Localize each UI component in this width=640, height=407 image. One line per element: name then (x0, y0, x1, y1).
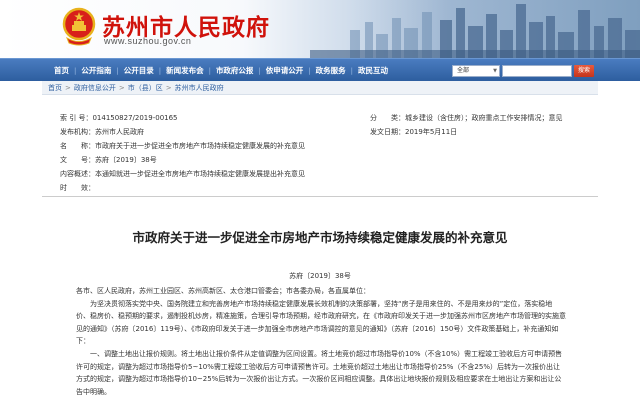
nav-item-guide[interactable]: 公开指南 (76, 65, 116, 76)
national-emblem-icon (62, 7, 96, 46)
breadcrumb: 首页 > 政府信息公开 > 市（县）区 > 苏州市人民政府 (42, 81, 598, 95)
nav-item-services[interactable]: 政务服务 (311, 65, 351, 76)
nav-item-home[interactable]: 首页 (49, 65, 74, 76)
breadcrumb-home[interactable]: 首页 (48, 83, 62, 93)
nav-item-catalog[interactable]: 公开目录 (119, 65, 159, 76)
site-url: www.suzhou.gov.cn (104, 36, 192, 46)
docno-value: 苏府〔2019〕38号 (95, 156, 157, 164)
category-value: 城乡建设（含住房）；政府重点工作安排情况；意见 (405, 114, 563, 122)
date-value: 2019年5月11日 (405, 128, 458, 136)
search-input[interactable] (502, 64, 572, 77)
chevron-down-icon: ▼ (493, 67, 497, 74)
breadcrumb-gov[interactable]: 苏州市人民政府 (175, 83, 224, 93)
breadcrumb-info[interactable]: 政府信息公开 (74, 83, 116, 93)
nav-item-press[interactable]: 新闻发布会 (161, 65, 209, 76)
article-body: 各市、区人民政府，苏州工业园区、苏州高新区、太仓港口管委会；市各委办局，各直属单… (76, 285, 566, 398)
intro-paragraph: 为坚决贯彻落实党中央、国务院建立和完善房地产市场持续稳定健康发展长效机制的决策部… (76, 299, 566, 346)
site-header: 苏州市人民政府 www.suzhou.gov.cn (0, 0, 640, 58)
name-value: 市政府关于进一步促进全市房地产市场持续稳定健康发展的补充意见 (95, 142, 305, 150)
nav-item-request[interactable]: 依申请公开 (261, 65, 309, 76)
summary-value: 本通知就进一步促进全市房地产市场持续稳定健康发展提出补充意见 (95, 170, 305, 178)
city-skyline-image (310, 4, 640, 58)
article-title: 市政府关于进一步促进全市房地产市场持续稳定健康发展的补充意见 (132, 230, 508, 245)
article-doc-number: 苏府〔2019〕38号 (289, 272, 351, 280)
search-bar: 全部 ▼ 搜索 (452, 64, 594, 77)
main-nav: 首页 | 公开指南 | 公开目录 | 新闻发布会 | 市政府公报 | 依申请公开 | 政务服… (0, 58, 640, 81)
index-value: 014150827/2019-00165 (92, 114, 178, 122)
recipients-paragraph: 各市、区人民政府，苏州工业园区、苏州高新区、太仓港口管委会；市各委办局，各直属单… (76, 287, 370, 295)
search-button[interactable]: 搜索 (574, 64, 594, 77)
nav-item-interaction[interactable]: 政民互动 (353, 65, 393, 76)
article: 市政府关于进一步促进全市房地产市场持续稳定健康发展的补充意见 苏府〔2019〕3… (42, 197, 598, 407)
search-scope-select[interactable]: 全部 ▼ (452, 64, 500, 77)
nav-item-gazette[interactable]: 市政府公报 (211, 65, 259, 76)
document-meta: 索 引 号：014150827/2019-00165 分 类：城乡建设（含住房）… (42, 102, 598, 197)
clause-paragraph: 一、调整土地出让报价规则。将土地出让报价条件从定值调整为区间设置。将土地竞价超过… (76, 349, 563, 396)
breadcrumb-county[interactable]: 市（县）区 (128, 83, 163, 93)
publisher-value: 苏州市人民政府 (95, 128, 144, 136)
